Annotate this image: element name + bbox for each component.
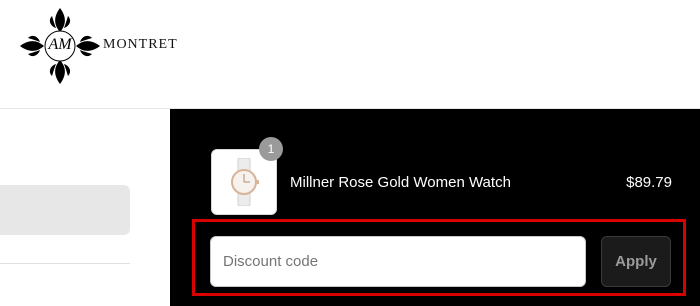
brand-name[interactable]: MONTRET	[103, 37, 178, 53]
divider	[0, 263, 130, 264]
order-summary-panel: 1 Millner Rose Gold Women Watch $89.79 A…	[170, 109, 700, 306]
site-header: AM MONTRET	[0, 0, 700, 109]
logo-monogram: AM	[48, 36, 72, 53]
quantity-badge: 1	[259, 137, 283, 161]
watch-icon	[231, 158, 259, 206]
product-price: $89.79	[626, 174, 672, 191]
discount-code-input[interactable]	[210, 236, 586, 287]
apply-discount-button[interactable]: Apply	[601, 236, 671, 287]
left-input-field[interactable]	[0, 185, 130, 235]
brand-logo[interactable]: AM	[18, 6, 102, 86]
checkout-left-panel	[0, 109, 170, 306]
product-name: Millner Rose Gold Women Watch	[290, 174, 511, 191]
